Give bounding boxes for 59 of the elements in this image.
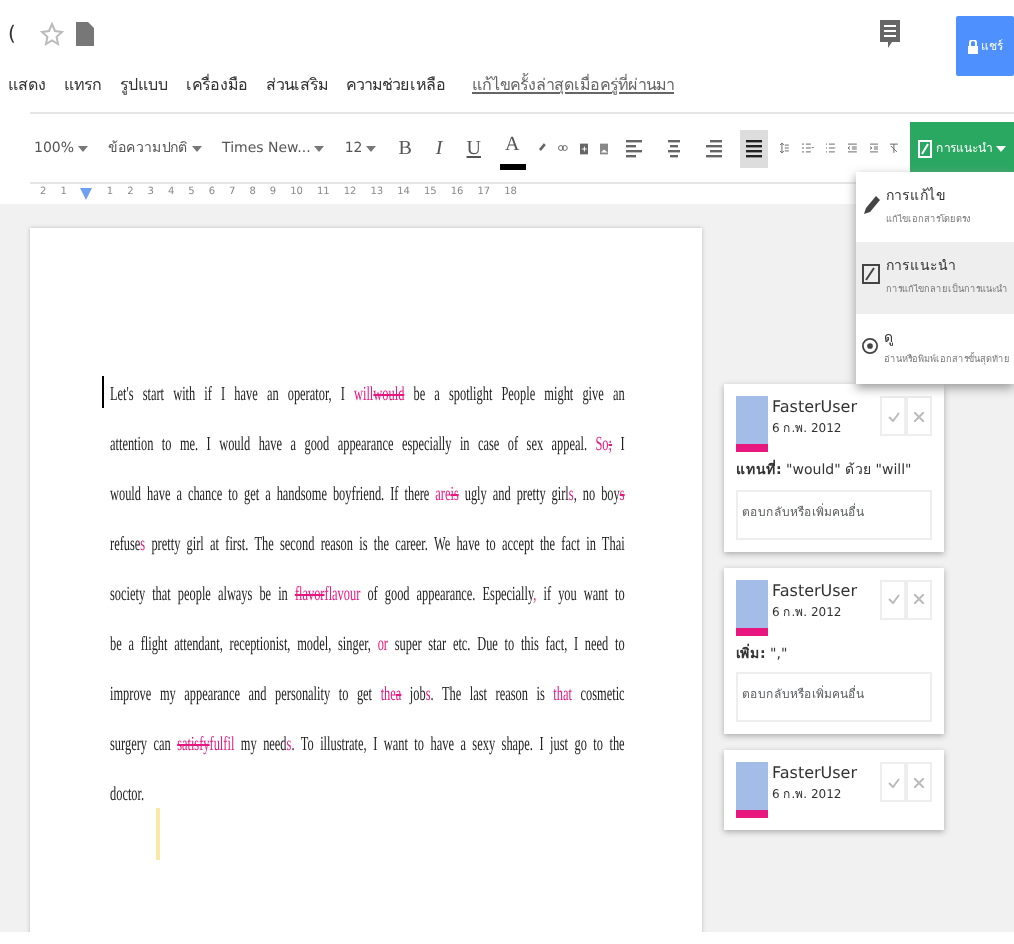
menu-item[interactable]: ส่วนเสริม — [266, 74, 328, 98]
star-icon[interactable] — [39, 22, 64, 46]
caret-icon — [314, 145, 325, 151]
caret-icon — [366, 145, 377, 151]
comments-icon[interactable] — [880, 20, 900, 48]
document-line: would have a chance to get a handsome boyfriend. If there areis ugly and pretty girls, no boys — [110, 484, 625, 510]
bold-button[interactable]: B — [392, 129, 418, 167]
line-spacing-icon[interactable] — [780, 138, 790, 158]
text-color-button[interactable]: A — [499, 126, 526, 170]
close-icon — [914, 594, 924, 604]
underline-button[interactable]: U — [460, 129, 487, 167]
avatar-icon — [736, 396, 768, 452]
align-justify-button[interactable] — [740, 129, 769, 167]
menu-item[interactable]: เครื่องมือ — [186, 74, 248, 98]
avatar-icon — [736, 579, 768, 635]
link-icon[interactable] — [557, 142, 567, 154]
lock-icon — [967, 39, 977, 53]
align-justify-icon — [746, 139, 763, 158]
menu-item[interactable]: แสดง — [8, 74, 46, 98]
increase-indent-icon[interactable] — [869, 138, 879, 158]
italic-button[interactable]: I — [429, 129, 449, 167]
align-center-icon — [666, 139, 683, 158]
text-cursor — [102, 376, 104, 408]
align-left-icon — [626, 139, 643, 158]
document-line: Let's start with if I have an operator, I willwould be a spotlight People might give an — [110, 384, 625, 410]
document-line: refuses pretty girl at first. The second reason is the career. We have to accept the fact in Thai — [110, 534, 625, 560]
menu-item[interactable]: รูปแบบ — [120, 74, 168, 98]
decrease-indent-icon[interactable] — [848, 138, 858, 158]
document-line: attention to me. I would have a good appearance especially in case of sex appeal. So; I — [110, 434, 625, 460]
clear-formatting-icon[interactable] — [890, 138, 899, 158]
menu-item[interactable]: แทรก — [64, 74, 102, 98]
cursor-marker — [156, 808, 160, 860]
last-edit-link[interactable]: แก้ไขครั้งล่าสุดเมื่อครู่ที่ผ่านมา — [472, 74, 674, 98]
caret-icon — [192, 145, 203, 151]
check-icon — [887, 594, 899, 604]
author-name: FasterUser — [772, 762, 858, 786]
close-icon — [914, 777, 924, 787]
document-line: society that people always be in flavorflavour of good appearance. Especially, if you want to — [110, 584, 625, 610]
author-name: FasterUser — [772, 579, 858, 603]
document-line: be a flight attendant, receptionist, model, singer, or super star etc. Due to this fact, I need to — [110, 634, 625, 660]
document-line: doctor. — [110, 784, 147, 810]
caret-icon — [78, 145, 89, 151]
suggest-icon — [918, 139, 933, 157]
indent-marker-icon[interactable] — [80, 188, 93, 200]
pencil-icon — [862, 194, 880, 214]
check-icon — [887, 777, 899, 787]
align-right-icon — [706, 139, 723, 158]
close-icon — [914, 411, 924, 421]
document-line: improve my appearance and personality to get thea jobs. The last reason is that cosmetic — [110, 684, 625, 710]
caret-icon — [996, 145, 1007, 151]
menu-item[interactable]: ความช่วยเหลือ — [346, 74, 446, 98]
bulleted-list-icon[interactable] — [825, 138, 837, 158]
numbered-list-icon[interactable] — [801, 138, 814, 158]
avatar-icon — [736, 762, 768, 818]
check-icon — [887, 411, 899, 421]
author-name: FasterUser — [772, 396, 858, 420]
document-line: surgery can satisfyfulfil my needs. To illustrate, I want to have a sexy shape. I just go to the — [110, 734, 625, 760]
title-text: ( — [8, 21, 16, 49]
suggest-icon — [862, 264, 880, 285]
